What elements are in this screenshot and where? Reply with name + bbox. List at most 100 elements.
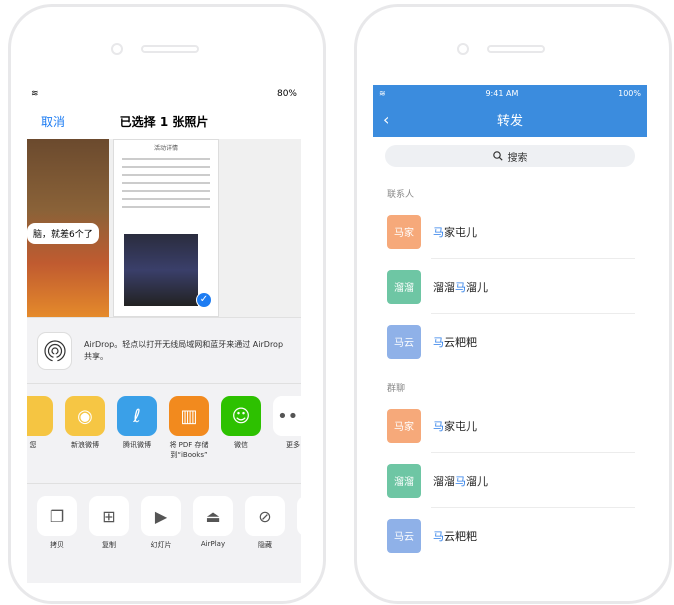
checkmark-icon: ✓ (196, 292, 212, 308)
action-icon: ⏏ (193, 496, 233, 536)
contact-name: 马家屯儿 (433, 224, 477, 240)
back-icon[interactable]: ‹ (383, 110, 389, 129)
app-icon: ••• (273, 396, 301, 436)
list-item[interactable]: 溜溜 溜溜马溜儿 (373, 259, 647, 314)
name-highlight: 马 (455, 474, 466, 488)
name-prefix: 溜溜 (433, 280, 455, 294)
contact-name: 溜溜马溜儿 (433, 473, 488, 489)
app-label: 更多 (286, 441, 300, 449)
share-apps-row: 您 ◉ 新浪微博 ℓ 腾讯微博 ▥ 将 PDF 存储到“iBooks” ☺ 微信 ••• 更多 (27, 383, 301, 483)
list-item[interactable]: 马云 马云粑粑 (373, 314, 647, 369)
list-item[interactable]: 马云 马云粑粑 (373, 508, 647, 563)
app-icon: ℓ (117, 396, 157, 436)
header: ≋ 9:41 AM 100% ‹ 转发 (373, 85, 647, 137)
list-item[interactable]: 马家 马家屯儿 (373, 398, 647, 453)
poster-image (124, 234, 198, 306)
speaker-grille (141, 45, 199, 53)
name-highlight: 马 (433, 335, 444, 349)
action-label: 隐藏 (258, 541, 272, 549)
list-item[interactable]: 溜溜 溜溜马溜儿 (373, 453, 647, 508)
name-highlight: 马 (433, 529, 444, 543)
photo-thumbnail-game[interactable]: 脑，就差6个了 (27, 139, 109, 317)
app-icon (27, 396, 53, 436)
avatar: 溜溜 (387, 463, 421, 498)
search-label: 搜索 (507, 152, 528, 164)
action-label: 指 (297, 540, 301, 550)
airdrop-description: AirDrop。轻点以打开无线局域网和蓝牙来通过 AirDrop 共享。 (84, 339, 284, 361)
name-highlight: 马 (455, 280, 466, 294)
section-title-groups: 群聊 (387, 384, 406, 394)
name-suffix: 家屯儿 (444, 419, 477, 433)
status-bar: ≋ 9:41 AM 100% (373, 85, 647, 101)
group-list: 马家 马家屯儿 溜溜 溜溜马溜儿 马云 马云粑粑 (373, 398, 647, 563)
share-action[interactable]: 指 (297, 496, 301, 583)
cancel-button[interactable]: 取消 (41, 113, 65, 130)
avatar: 马云 (387, 324, 421, 359)
name-suffix: 云粑粑 (444, 529, 477, 543)
share-action[interactable]: ⏏ AirPlay (193, 496, 233, 583)
speech-bubble: 脑，就差6个了 (27, 223, 99, 244)
contact-name: 马家屯儿 (433, 418, 477, 434)
action-icon: ▶ (141, 496, 181, 536)
contact-list: 马家 马家屯儿 溜溜 溜溜马溜儿 马云 马云粑粑 (373, 204, 647, 369)
share-app[interactable]: 您 (27, 396, 53, 483)
avatar: 马云 (387, 518, 421, 553)
name-suffix: 溜儿 (466, 474, 488, 488)
share-app[interactable]: ☺ 微信 (221, 396, 261, 483)
app-label: 新浪微博 (71, 441, 99, 449)
contact-name: 马云粑粑 (433, 334, 477, 350)
wifi-icon: ≋ (31, 89, 39, 99)
left-phone-frame: ≋ 80% 取消 已选择 1 张照片 脑，就差6个了 活动详情 ✓ AirDro… (8, 4, 326, 604)
search-bar[interactable]: 搜索 (385, 145, 635, 167)
camera-icon (111, 43, 123, 55)
share-app[interactable]: ◉ 新浪微博 (65, 396, 105, 483)
app-icon: ▥ (169, 396, 209, 436)
contact-name: 马云粑粑 (433, 528, 477, 544)
app-label: 将 PDF 存储到“iBooks” (169, 441, 209, 459)
app-icon: ☺ (221, 396, 261, 436)
share-app[interactable]: ℓ 腾讯微博 (117, 396, 157, 483)
avatar: 溜溜 (387, 269, 421, 304)
name-suffix: 溜儿 (466, 280, 488, 294)
share-action[interactable]: ⊘ 隐藏 (245, 496, 285, 583)
contact-name: 溜溜马溜儿 (433, 279, 488, 295)
battery-level: 80% (276, 89, 297, 99)
doc-title: 活动详情 (153, 145, 178, 152)
avatar: 马家 (387, 214, 421, 249)
nav-bar: 取消 已选择 1 张照片 (27, 103, 301, 139)
section-title-contacts: 联系人 (387, 190, 415, 200)
app-label: 腾讯微博 (123, 441, 151, 449)
photo-thumbnail-selected[interactable]: 活动详情 ✓ (113, 139, 219, 317)
search-icon (492, 151, 503, 161)
action-icon: ⊘ (245, 496, 285, 536)
avatar: 马家 (387, 408, 421, 443)
list-item[interactable]: 马家 马家屯儿 (373, 204, 647, 259)
name-suffix: 云粑粑 (444, 335, 477, 349)
share-app[interactable]: ▥ 将 PDF 存储到“iBooks” (169, 396, 209, 483)
share-action[interactable]: ❐ 拷贝 (37, 496, 77, 583)
name-highlight: 马 (433, 225, 444, 239)
action-label: AirPlay (200, 540, 226, 548)
airdrop-icon (37, 331, 73, 370)
share-sheet-screen: ≋ 80% 取消 已选择 1 张照片 脑，就差6个了 活动详情 ✓ AirDro… (27, 85, 301, 605)
share-action[interactable]: ⊞ 复制 (89, 496, 129, 583)
app-label: 您 (29, 441, 37, 449)
share-actions-row: ❐ 拷贝 ⊞ 复制 ▶ 幻灯片 ⏏ AirPlay ⊘ 隐藏 指 (27, 483, 301, 583)
status-bar: ≋ 80% (27, 85, 301, 103)
share-action[interactable]: ▶ 幻灯片 (141, 496, 181, 583)
nav-bar: ‹ 转发 (373, 101, 647, 137)
name-prefix: 溜溜 (433, 474, 455, 488)
page-title: 已选择 1 张照片 (119, 114, 209, 129)
battery-level: 100% (618, 88, 641, 98)
action-icon: ⊞ (89, 496, 129, 536)
name-suffix: 家屯儿 (444, 225, 477, 239)
airdrop-row[interactable]: AirDrop。轻点以打开无线局域网和蓝牙来通过 AirDrop 共享。 (27, 317, 301, 383)
share-app[interactable]: ••• 更多 (273, 396, 301, 483)
right-phone-frame: ≋ 9:41 AM 100% ‹ 转发 搜索 联系人 马家 马家屯儿 溜溜 溜溜马溜儿… (354, 4, 672, 604)
photo-strip: 脑，就差6个了 活动详情 ✓ (27, 139, 301, 317)
name-highlight: 马 (433, 419, 444, 433)
action-label: 拷贝 (50, 541, 64, 549)
page-title: 转发 (496, 113, 523, 129)
app-icon: ◉ (65, 396, 105, 436)
speaker-grille (487, 45, 545, 53)
